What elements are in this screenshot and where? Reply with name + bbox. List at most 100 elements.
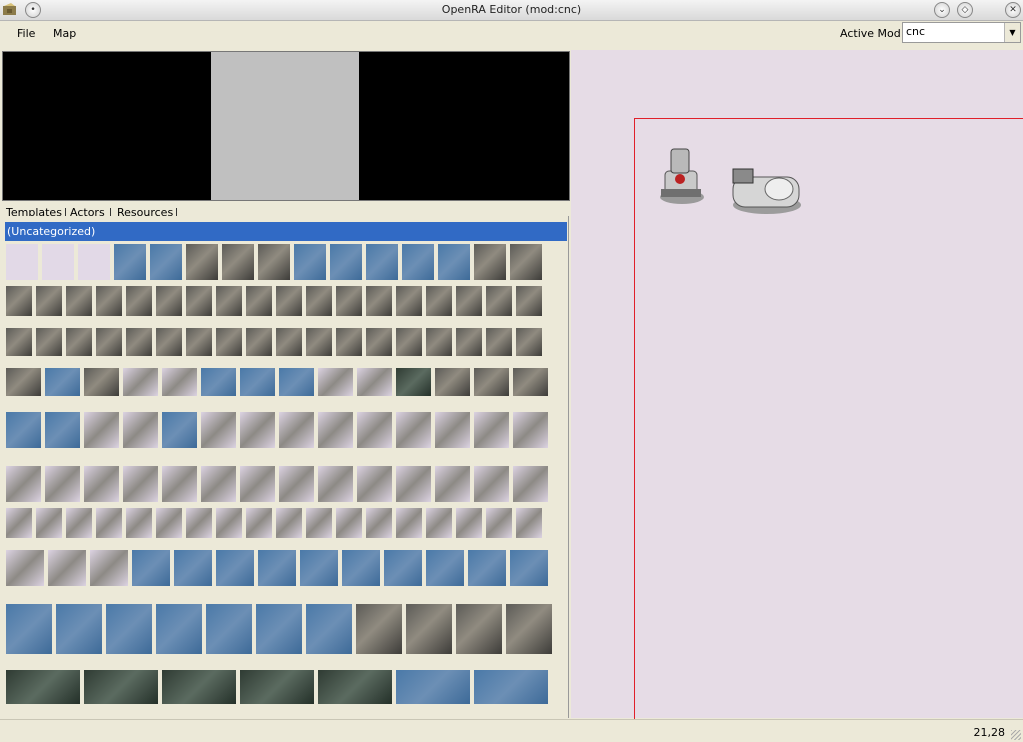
map-canvas[interactable] <box>571 50 1023 729</box>
template-tile[interactable] <box>106 604 152 654</box>
template-tile[interactable] <box>45 412 80 448</box>
template-tile[interactable] <box>396 508 422 538</box>
template-tile[interactable] <box>306 328 332 356</box>
template-tile[interactable] <box>66 286 92 316</box>
template-tile[interactable] <box>474 466 509 502</box>
template-tile[interactable] <box>366 328 392 356</box>
template-tile[interactable] <box>356 604 402 654</box>
template-tile[interactable] <box>162 412 197 448</box>
template-tile[interactable] <box>366 508 392 538</box>
template-tile[interactable] <box>396 368 431 396</box>
template-tile[interactable] <box>150 244 182 280</box>
template-tile[interactable] <box>90 550 128 586</box>
template-tile[interactable] <box>6 244 38 280</box>
template-tile[interactable] <box>279 466 314 502</box>
template-tile[interactable] <box>156 604 202 654</box>
template-tile[interactable] <box>506 604 552 654</box>
template-tile[interactable] <box>294 244 326 280</box>
template-tile[interactable] <box>510 244 542 280</box>
template-tile[interactable] <box>396 670 470 704</box>
template-tile[interactable] <box>474 368 509 396</box>
template-tile[interactable] <box>186 244 218 280</box>
template-tile[interactable] <box>426 286 452 316</box>
template-tile[interactable] <box>246 286 272 316</box>
template-tile[interactable] <box>201 412 236 448</box>
template-tile[interactable] <box>342 550 380 586</box>
template-tile[interactable] <box>216 286 242 316</box>
template-tile[interactable] <box>78 244 110 280</box>
template-tile[interactable] <box>132 550 170 586</box>
template-tile[interactable] <box>306 604 352 654</box>
template-tile[interactable] <box>486 508 512 538</box>
template-tile[interactable] <box>216 328 242 356</box>
menu-file[interactable]: File <box>17 27 35 40</box>
template-tile[interactable] <box>201 368 236 396</box>
template-tile[interactable] <box>384 550 422 586</box>
template-tile[interactable] <box>216 508 242 538</box>
template-tile[interactable] <box>6 328 32 356</box>
template-tile[interactable] <box>426 508 452 538</box>
template-tile[interactable] <box>486 286 512 316</box>
template-tile[interactable] <box>516 286 542 316</box>
template-tile[interactable] <box>516 508 542 538</box>
template-tile[interactable] <box>474 244 506 280</box>
template-tile[interactable] <box>6 412 41 448</box>
template-tile[interactable] <box>36 328 62 356</box>
menu-map[interactable]: Map <box>53 27 76 40</box>
template-tile[interactable] <box>306 286 332 316</box>
template-tile[interactable] <box>366 286 392 316</box>
template-tile[interactable] <box>240 368 275 396</box>
template-tile[interactable] <box>56 604 102 654</box>
template-tile[interactable] <box>279 368 314 396</box>
template-tile[interactable] <box>330 244 362 280</box>
template-tile[interactable] <box>456 328 482 356</box>
template-tile[interactable] <box>45 368 80 396</box>
template-tile[interactable] <box>318 466 353 502</box>
template-tile[interactable] <box>126 328 152 356</box>
template-tile[interactable] <box>486 328 512 356</box>
template-tile[interactable] <box>516 328 542 356</box>
template-tile[interactable] <box>123 412 158 448</box>
template-tile[interactable] <box>36 286 62 316</box>
template-tile[interactable] <box>396 466 431 502</box>
template-tile[interactable] <box>258 550 296 586</box>
template-tile[interactable] <box>396 328 422 356</box>
mcv-unit[interactable] <box>657 145 707 207</box>
template-tile[interactable] <box>456 508 482 538</box>
template-tile[interactable] <box>510 550 548 586</box>
template-tile[interactable] <box>156 328 182 356</box>
template-tile[interactable] <box>84 412 119 448</box>
template-tile[interactable] <box>84 368 119 396</box>
template-tile[interactable] <box>206 604 252 654</box>
template-tile[interactable] <box>256 604 302 654</box>
template-tile[interactable] <box>396 286 422 316</box>
template-tile[interactable] <box>435 412 470 448</box>
template-tile[interactable] <box>126 508 152 538</box>
template-tile[interactable] <box>426 550 464 586</box>
template-tile[interactable] <box>156 286 182 316</box>
template-tile[interactable] <box>6 670 80 704</box>
template-tile[interactable] <box>468 550 506 586</box>
template-tile[interactable] <box>6 604 52 654</box>
template-tile[interactable] <box>162 368 197 396</box>
template-tile[interactable] <box>240 670 314 704</box>
template-tile[interactable] <box>201 466 236 502</box>
template-tile[interactable] <box>279 412 314 448</box>
template-tile[interactable] <box>306 508 332 538</box>
template-tile[interactable] <box>435 368 470 396</box>
template-tile[interactable] <box>513 368 548 396</box>
template-tile[interactable] <box>474 412 509 448</box>
template-tile[interactable] <box>42 244 74 280</box>
resize-grip-icon[interactable] <box>1011 730 1021 740</box>
template-tile[interactable] <box>6 508 32 538</box>
template-tile[interactable] <box>126 286 152 316</box>
template-tile[interactable] <box>336 508 362 538</box>
template-tile[interactable] <box>186 328 212 356</box>
template-tile[interactable] <box>357 466 392 502</box>
harvester-unit[interactable] <box>729 167 803 215</box>
template-tile[interactable] <box>6 550 44 586</box>
template-tile[interactable] <box>6 368 41 396</box>
template-tile[interactable] <box>336 286 362 316</box>
template-tile[interactable] <box>96 328 122 356</box>
template-tile[interactable] <box>246 508 272 538</box>
